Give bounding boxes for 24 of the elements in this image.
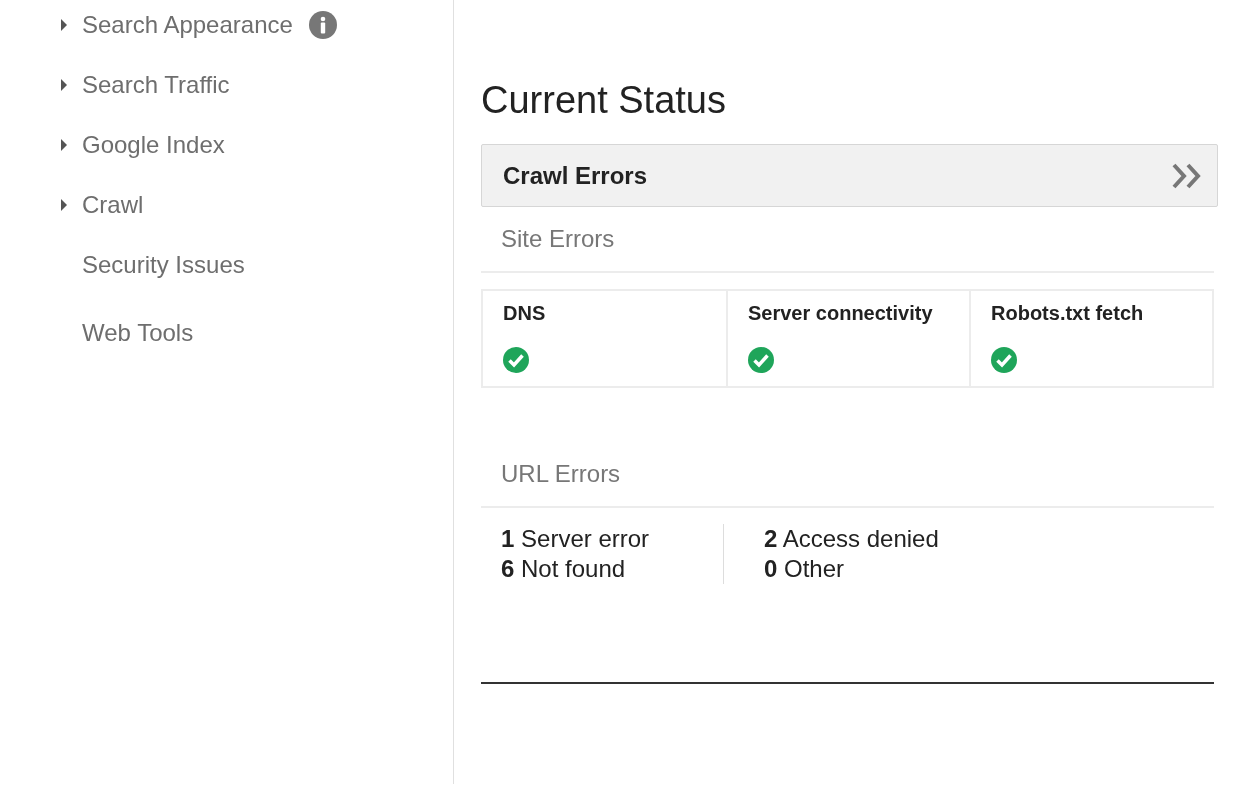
- error-count: 2 Access denied: [764, 524, 939, 554]
- error-count: 0 Other: [764, 554, 845, 584]
- double-chevron-icon[interactable]: [1171, 162, 1203, 189]
- caret-icon: [60, 19, 68, 31]
- caret-icon: [60, 199, 68, 211]
- sidebar-item[interactable]: Google Index: [60, 127, 225, 163]
- check-label: Server connectivity: [748, 301, 933, 325]
- check-label: DNS: [503, 301, 546, 325]
- sidebar-item[interactable]: Search Traffic: [60, 67, 230, 103]
- sidebar-item[interactable]: Crawl: [60, 187, 144, 223]
- error-count: 6 Not found: [501, 554, 626, 584]
- panel-title: Crawl Errors: [503, 160, 648, 191]
- info-icon[interactable]: [308, 11, 337, 39]
- section-heading: Site Errors: [501, 224, 615, 254]
- error-count: 1 Server error: [501, 524, 650, 554]
- caret-icon: [60, 139, 68, 151]
- sidebar-item[interactable]: Security Issues: [60, 247, 245, 283]
- section-heading: URL Errors: [501, 459, 621, 489]
- page-title: Current Status: [481, 78, 727, 122]
- check-label: Robots.txt fetch: [991, 301, 1144, 325]
- sidebar-item[interactable]: Web Tools: [60, 315, 194, 351]
- panel-header[interactable]: Crawl Errors: [481, 144, 1218, 207]
- sidebar-item[interactable]: Search Appearance: [60, 7, 337, 43]
- caret-icon: [60, 79, 68, 91]
